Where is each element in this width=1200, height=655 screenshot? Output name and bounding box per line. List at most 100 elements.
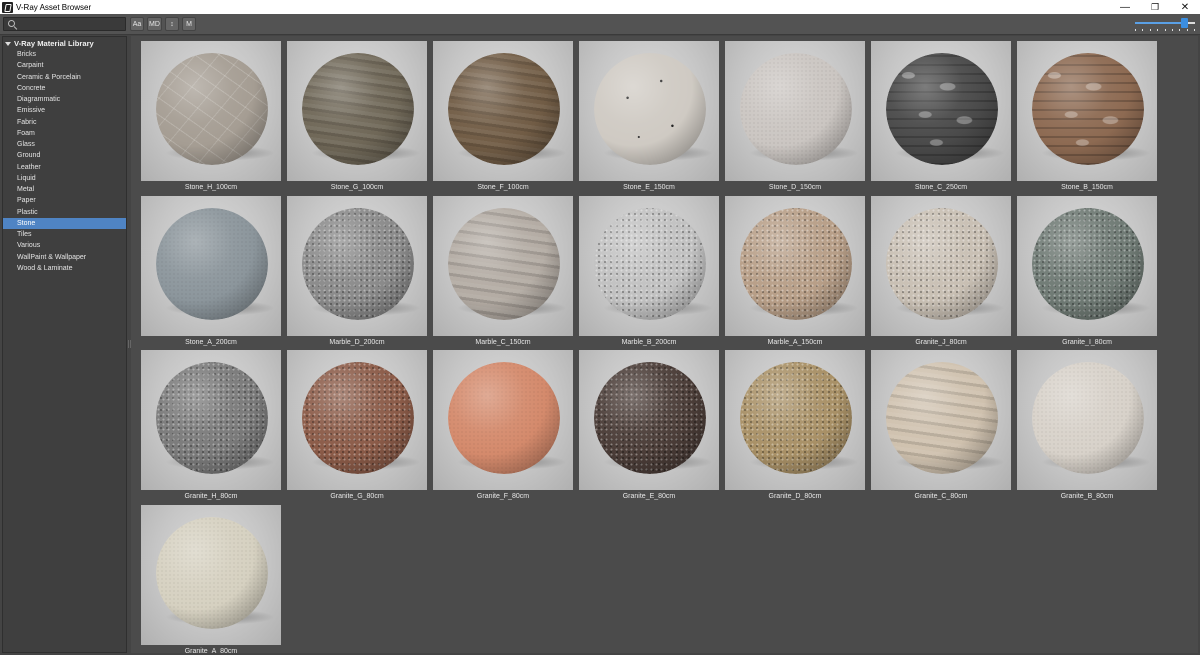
material-name: Stone_D_150cm (768, 184, 822, 191)
material-thumbnail[interactable] (1017, 195, 1157, 336)
material-tile[interactable]: Marble_D_200cm (287, 195, 427, 351)
expand-arrow-icon[interactable] (5, 41, 11, 46)
sidebar-item-ceramic-porcelain[interactable]: Ceramic & Porcelain (3, 72, 126, 83)
material-sphere (448, 207, 560, 320)
match-case-button[interactable]: Aa (130, 17, 144, 31)
toolbar: Aa MD ↕ M (0, 14, 1200, 35)
md-filter-button[interactable]: MD (147, 17, 162, 31)
material-tile[interactable]: Granite_B_80cm (1017, 350, 1157, 505)
sidebar-item-ground[interactable]: Ground (3, 150, 126, 161)
tree-root-label: V-Ray Material Library (14, 39, 94, 48)
material-thumbnail[interactable] (725, 195, 865, 336)
material-thumbnail[interactable] (579, 195, 719, 336)
category-tree: V-Ray Material Library Bricks Carpaint Cer… (2, 36, 127, 653)
sidebar-item-liquid[interactable]: Liquid (3, 173, 126, 184)
material-thumbnail[interactable] (141, 504, 281, 645)
material-tile[interactable]: Stone_D_150cm (725, 41, 865, 196)
material-sphere (1032, 362, 1144, 474)
material-thumbnail[interactable] (287, 195, 427, 336)
material-thumbnail[interactable] (1017, 350, 1157, 490)
sort-button[interactable]: ↕ (165, 17, 179, 31)
material-tile[interactable]: Marble_B_200cm (579, 195, 719, 351)
material-thumbnail[interactable] (1017, 41, 1157, 181)
close-button[interactable]: ✕ (1170, 0, 1200, 14)
material-tile[interactable]: Granite_H_80cm (141, 350, 281, 505)
material-name: Stone_G_100cm (330, 184, 384, 191)
sidebar-item-tiles[interactable]: Tiles (3, 229, 126, 240)
material-tile[interactable]: Granite_D_80cm (725, 350, 865, 505)
material-thumbnail[interactable] (141, 41, 281, 181)
search-input[interactable] (20, 19, 122, 29)
m-filter-button[interactable]: M (182, 17, 196, 31)
material-tile[interactable]: Granite_A_80cm (141, 504, 281, 653)
sidebar-item-concrete[interactable]: Concrete (3, 83, 126, 94)
material-tile[interactable]: Stone_E_150cm (579, 41, 719, 196)
material-tile[interactable]: Stone_B_150cm (1017, 41, 1157, 196)
material-tile[interactable]: Granite_F_80cm (433, 350, 573, 505)
sidebar-item-diagrammatic[interactable]: Diagrammatic (3, 94, 126, 105)
sidebar-item-paper[interactable]: Paper (3, 195, 126, 206)
material-tile[interactable]: Marble_C_150cm (433, 195, 573, 351)
sidebar-item-foam[interactable]: Foam (3, 128, 126, 139)
material-tile[interactable]: Stone_F_100cm (433, 41, 573, 196)
material-sphere (740, 362, 852, 474)
material-sphere (594, 362, 706, 474)
material-thumbnail[interactable] (579, 350, 719, 490)
material-tile[interactable]: Granite_I_80cm (1017, 195, 1157, 351)
material-name: Stone_A_200cm (185, 338, 237, 346)
material-thumbnail[interactable] (287, 41, 427, 181)
material-thumbnail[interactable] (579, 41, 719, 181)
material-sphere (156, 53, 268, 165)
material-tile[interactable]: Stone_A_200cm (141, 195, 281, 351)
material-thumbnail[interactable] (871, 350, 1011, 490)
material-thumbnail[interactable] (871, 195, 1011, 336)
material-thumbnail[interactable] (141, 350, 281, 490)
minimize-button[interactable]: — (1110, 0, 1140, 14)
sidebar-item-plastic[interactable]: Plastic (3, 207, 126, 218)
tree-items: Bricks Carpaint Ceramic & Porcelain Concret… (3, 49, 126, 274)
material-thumbnail[interactable] (433, 195, 573, 336)
material-thumbnail[interactable] (433, 41, 573, 181)
material-thumbnail[interactable] (871, 41, 1011, 181)
slider-handle[interactable] (1180, 18, 1188, 28)
material-name: Marble_C_150cm (475, 338, 531, 346)
material-grid-panel: Stone_H_100cm Stone_G_100cm Stone_F_100cm S… (131, 36, 1198, 653)
material-name: Granite_B_80cm (1060, 493, 1114, 500)
thumbnail-size-slider[interactable] (1132, 15, 1198, 33)
sidebar-item-glass[interactable]: Glass (3, 139, 126, 150)
restore-button[interactable]: ❐ (1140, 0, 1170, 14)
sidebar-item-bricks[interactable]: Bricks (3, 49, 126, 60)
vray-app-icon (2, 1, 13, 13)
material-tile[interactable]: Stone_G_100cm (287, 41, 427, 196)
material-thumbnail[interactable] (141, 195, 281, 336)
sidebar-item-leather[interactable]: Leather (3, 162, 126, 173)
sidebar-item-emissive[interactable]: Emissive (3, 105, 126, 116)
material-tile[interactable]: Granite_G_80cm (287, 350, 427, 505)
sidebar-item-various[interactable]: Various (3, 240, 126, 251)
material-tile[interactable]: Stone_C_250cm (871, 41, 1011, 196)
material-tile[interactable]: Granite_J_80cm (871, 195, 1011, 351)
material-name: Granite_C_80cm (914, 493, 968, 500)
material-thumbnail[interactable] (433, 350, 573, 490)
material-sphere (302, 53, 414, 165)
sidebar-item-stone[interactable]: Stone (3, 217, 126, 229)
sidebar-item-fabric[interactable]: Fabric (3, 117, 126, 128)
material-sphere (156, 362, 268, 474)
material-thumbnail[interactable] (287, 350, 427, 490)
search-box[interactable] (3, 17, 126, 31)
material-name: Granite_E_80cm (622, 493, 676, 500)
sidebar-item-carpaint[interactable]: Carpaint (3, 60, 126, 71)
tree-root[interactable]: V-Ray Material Library (3, 38, 94, 49)
sidebar-item-wood-laminate[interactable]: Wood & Laminate (3, 263, 126, 274)
sidebar-item-metal[interactable]: Metal (3, 184, 126, 195)
material-name: Granite_J_80cm (915, 338, 967, 346)
material-thumbnail[interactable] (725, 41, 865, 181)
material-tile[interactable]: Granite_C_80cm (871, 350, 1011, 505)
material-tile[interactable]: Granite_E_80cm (579, 350, 719, 505)
material-sphere (302, 362, 414, 474)
window-title: V-Ray Asset Browser (16, 2, 92, 12)
material-thumbnail[interactable] (725, 350, 865, 490)
material-tile[interactable]: Marble_A_150cm (725, 195, 865, 351)
sidebar-item-wallpaint-wallpaper[interactable]: WallPaint & Wallpaper (3, 252, 126, 263)
material-tile[interactable]: Stone_H_100cm (141, 41, 281, 196)
